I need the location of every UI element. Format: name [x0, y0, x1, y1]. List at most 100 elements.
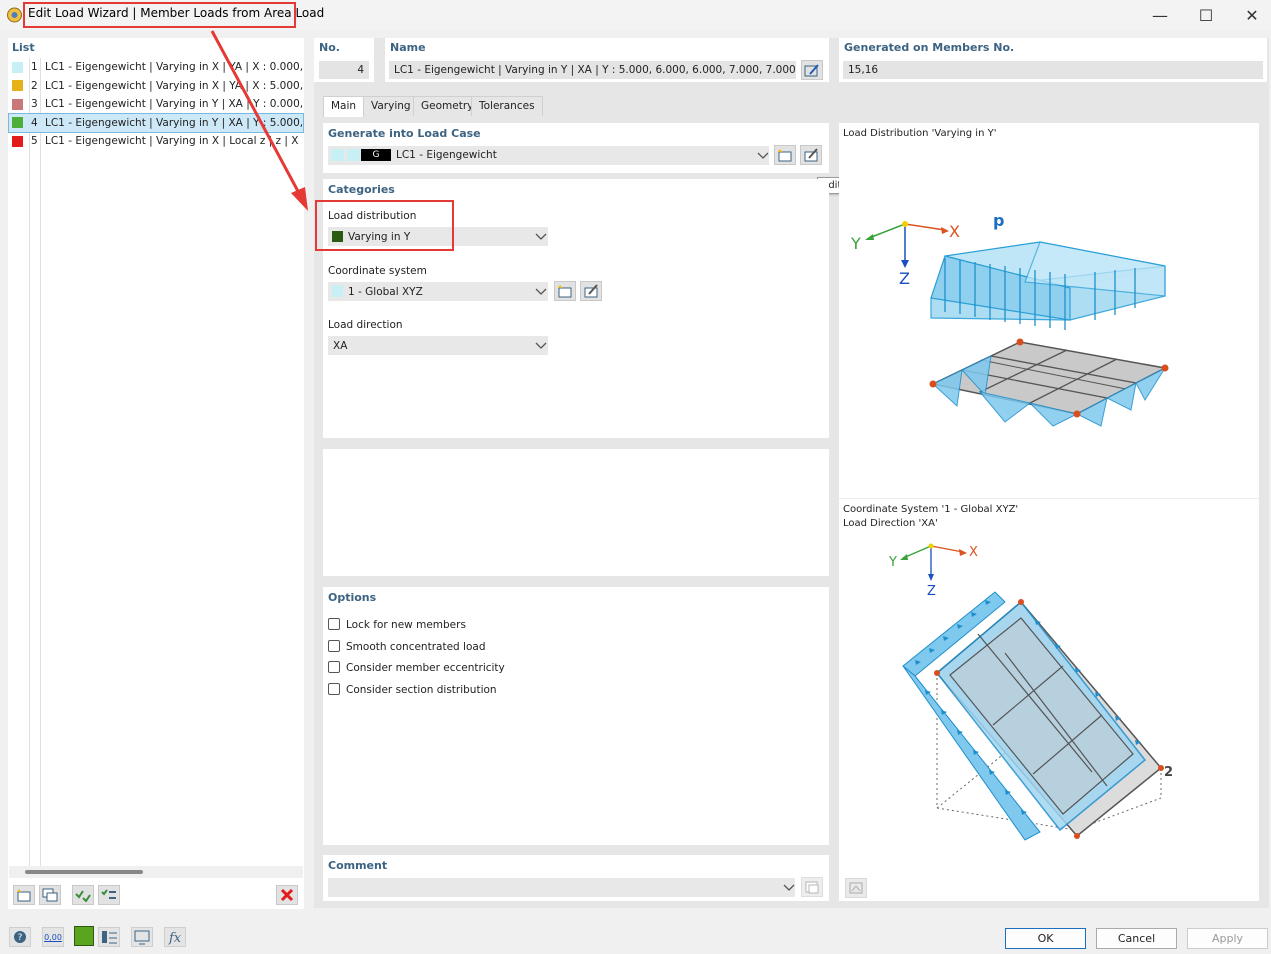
list-item-color-swatch: [12, 61, 23, 73]
option-checkbox[interactable]: [328, 639, 340, 652]
comment-title: Comment: [328, 859, 388, 872]
preview-top-title: Load Distribution 'Varying in Y': [843, 128, 997, 139]
no-label: No.: [319, 41, 340, 54]
chevron-down-icon[interactable]: [535, 232, 547, 242]
no-field[interactable]: 4: [319, 61, 369, 79]
option-label: Smooth concentrated load: [346, 640, 486, 653]
preview-bottom-title-2: Load Direction 'XA': [843, 518, 938, 529]
tab-main[interactable]: Main: [323, 96, 365, 117]
list-item-number: 5: [31, 135, 38, 147]
options-title: Options: [328, 591, 377, 604]
axis-y-label: Y: [851, 234, 861, 253]
new-load-case-icon: [778, 149, 792, 162]
edit-coordinate-system-button[interactable]: [580, 281, 602, 301]
load-direction-value: XA: [333, 340, 348, 352]
color-button[interactable]: [74, 926, 94, 946]
check-selected-button[interactable]: [98, 885, 120, 905]
preview-settings-icon: [849, 882, 863, 894]
edit-text-icon: [804, 64, 819, 77]
option-checkbox[interactable]: [328, 683, 340, 696]
formula-icon: fx: [168, 931, 182, 946]
chevron-down-icon[interactable]: [783, 883, 795, 893]
node-number-label: 2: [1164, 765, 1174, 780]
help-button[interactable]: ?: [9, 927, 31, 947]
view-button[interactable]: [131, 927, 153, 947]
svg-text:fx: fx: [168, 931, 182, 946]
option-label: Consider member eccentricity: [346, 662, 505, 675]
list-divider: [29, 58, 30, 866]
axis-z-label: Z: [899, 269, 910, 288]
apply-button[interactable]: Apply: [1187, 928, 1268, 949]
minimize-button[interactable]: —: [1137, 0, 1183, 30]
generated-label: Generated on Members No.: [844, 41, 1015, 54]
check-all-button[interactable]: [72, 885, 94, 905]
chevron-down-icon[interactable]: [757, 151, 769, 161]
cancel-button[interactable]: Cancel: [1096, 928, 1177, 949]
maximize-button[interactable]: ☐: [1183, 0, 1229, 30]
load-case-type-tag: G: [361, 149, 391, 161]
new-load-case-button[interactable]: [774, 145, 796, 165]
load-case-swatch: [331, 149, 344, 161]
coordinate-system-swatch: [332, 285, 343, 297]
new-coordinate-system-icon: [558, 285, 572, 298]
display-settings-icon: [102, 931, 117, 944]
axis-y-label-bottom: Y: [889, 555, 897, 570]
display-settings-button[interactable]: [98, 927, 120, 947]
load-case-swatch: [347, 149, 360, 161]
list-item-number: 3: [31, 98, 38, 110]
list-divider: [40, 58, 41, 866]
option-checkbox[interactable]: [328, 618, 340, 630]
coordinate-system-label: Coordinate system: [328, 265, 427, 277]
formula-button[interactable]: fx: [164, 927, 186, 947]
help-icon: ?: [14, 931, 26, 943]
edit-name-button[interactable]: [801, 60, 823, 80]
list-item-color-swatch: [12, 98, 23, 110]
load-case-select[interactable]: [328, 146, 769, 165]
delete-item-button[interactable]: [276, 885, 298, 905]
tab-tolerances[interactable]: Tolerances: [471, 96, 543, 116]
close-button[interactable]: ✕: [1229, 0, 1271, 30]
chevron-down-icon[interactable]: [535, 341, 547, 351]
comment-library-icon: [805, 881, 819, 894]
copy-item-button[interactable]: [39, 885, 61, 905]
axis-x-label: X: [949, 222, 960, 241]
preview-bottom-title-1: Coordinate System '1 - Global XYZ': [843, 504, 1019, 515]
load-symbol-label: p: [993, 211, 1005, 230]
list-item-color-swatch: [12, 117, 23, 128]
edit-coordinate-system-icon: [584, 284, 598, 298]
empty-section: [323, 449, 829, 576]
coordinate-system-value: 1 - Global XYZ: [348, 286, 423, 298]
app-icon: [7, 7, 22, 23]
chevron-down-icon[interactable]: [535, 287, 547, 297]
preview-divider: [839, 498, 1259, 499]
list-item-number: 2: [31, 79, 38, 92]
load-case-title: Generate into Load Case: [328, 127, 481, 140]
categories-title: Categories: [328, 183, 395, 196]
annotation-arrow: [210, 30, 308, 211]
ok-button[interactable]: OK: [1005, 928, 1086, 949]
list-item-color-swatch: [12, 80, 23, 91]
view-icon: [134, 930, 150, 945]
edit-load-case-icon: [804, 148, 818, 162]
list-item-number: 1: [31, 61, 38, 73]
units-button[interactable]: 0,00: [42, 927, 64, 947]
generated-field: 15,16: [843, 61, 1263, 79]
list-scrollbar-thumb[interactable]: [25, 870, 143, 874]
load-direction-select[interactable]: [328, 336, 548, 355]
comment-input[interactable]: [328, 878, 795, 897]
copy-icon: [42, 888, 58, 902]
tab-varying[interactable]: Varying: [363, 96, 419, 116]
new-coordinate-system-button[interactable]: [554, 281, 576, 301]
edit-load-case-button[interactable]: [800, 145, 822, 165]
load-distribution-highlight-box: [315, 200, 454, 251]
name-field[interactable]: LC1 - Eigengewicht | Varying in Y | XA |…: [389, 61, 796, 79]
comment-library-button[interactable]: [801, 877, 823, 897]
check-list-icon: [101, 889, 116, 899]
new-item-button[interactable]: [13, 885, 35, 905]
list-header: List: [12, 41, 35, 54]
svg-text:?: ?: [18, 933, 23, 943]
preview-options-button[interactable]: [845, 878, 867, 898]
option-label: Lock for new members: [346, 619, 466, 631]
list-item-number: 4: [31, 116, 38, 129]
option-checkbox[interactable]: [328, 661, 340, 674]
